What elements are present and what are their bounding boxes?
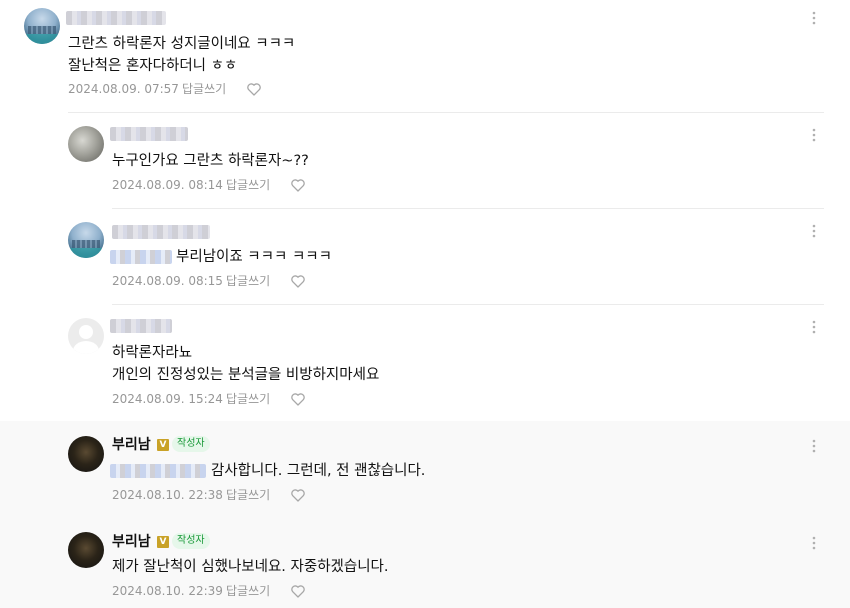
verified-icon: V [157, 439, 169, 451]
comment-date: 2024.08.09. 07:57 [68, 82, 179, 96]
comment-item-author: 부리남 V 작성자 감사합니다. 그런데, 전 괜찮습니다. 2024.08.1… [0, 421, 850, 517]
comment-item: 그란츠 하락론자 성지글이네요 ㅋㅋㅋ 잘난척은 혼자다하더니 ㅎㅎ 2024.… [0, 0, 850, 112]
comment-item: 부리남이죠 ㅋㅋㅋ ㅋㅋㅋ 2024.08.09. 08:15 답글쓰기 [0, 209, 850, 304]
nickname-blurred[interactable] [66, 11, 166, 25]
avatar[interactable] [24, 8, 60, 44]
comment-text-line: 제가 잘난척이 심했나보네요. 자중하겠습니다. [112, 559, 389, 575]
more-options-icon[interactable] [806, 127, 822, 143]
avatar[interactable] [68, 532, 104, 568]
comment-date: 2024.08.10. 22:38 [112, 488, 223, 502]
comment-text-line: 잘난척은 혼자다하더니 ㅎㅎ [68, 58, 238, 74]
avatar[interactable] [68, 222, 104, 258]
author-badge: 작성자 [172, 533, 210, 549]
comment-date: 2024.08.10. 22:39 [112, 584, 223, 598]
comment-text-line: 개인의 진정성있는 분석글을 비방하지마세요 [112, 367, 380, 383]
more-options-icon[interactable] [806, 319, 822, 335]
comment-date: 2024.08.09. 08:14 [112, 178, 223, 192]
nickname-blurred[interactable] [112, 225, 210, 239]
heart-icon[interactable] [290, 487, 306, 503]
heart-icon[interactable] [290, 583, 306, 599]
mention-tag-blurred[interactable] [110, 250, 172, 264]
heart-icon[interactable] [290, 177, 306, 193]
comment-date: 2024.08.09. 08:15 [112, 274, 223, 288]
avatar[interactable] [68, 318, 104, 354]
heart-icon[interactable] [290, 273, 306, 289]
nickname-blurred[interactable] [110, 127, 188, 141]
reply-button[interactable]: 답글쓰기 [182, 81, 226, 97]
nickname-blurred[interactable] [110, 319, 172, 333]
reply-button[interactable]: 답글쓰기 [226, 583, 270, 599]
heart-icon[interactable] [290, 391, 306, 407]
more-options-icon[interactable] [806, 10, 822, 26]
comment-item-author: 부리남 V 작성자 제가 잘난척이 심했나보네요. 자중하겠습니다. 2024.… [0, 517, 850, 608]
reply-button[interactable]: 답글쓰기 [226, 487, 270, 503]
avatar[interactable] [68, 436, 104, 472]
mention-tag-blurred[interactable] [110, 464, 206, 478]
comment-text-line: 그란츠 하락론자 성지글이네요 ㅋㅋㅋ [68, 36, 296, 52]
more-options-icon[interactable] [806, 223, 822, 239]
comment-item: 하락론자라뇨 개인의 진정성있는 분석글을 비방하지마세요 2024.08.09… [0, 305, 850, 421]
author-badge: 작성자 [172, 436, 210, 452]
comment-text-line: 감사합니다. 그런데, 전 괜찮습니다. [211, 463, 426, 479]
heart-icon[interactable] [246, 81, 262, 97]
author-nickname[interactable]: 부리남 [112, 533, 151, 551]
author-nickname[interactable]: 부리남 [112, 436, 151, 454]
comment-text-line: 누구인가요 그란츠 하락론자~?? [112, 153, 309, 169]
verified-icon: V [157, 536, 169, 548]
comment-text-line: 부리남이죠 ㅋㅋㅋ ㅋㅋㅋ [176, 249, 332, 265]
reply-button[interactable]: 답글쓰기 [226, 177, 270, 193]
reply-button[interactable]: 답글쓰기 [226, 391, 270, 407]
comment-text-line: 하락론자라뇨 [112, 345, 193, 361]
avatar[interactable] [68, 126, 104, 162]
comment-date: 2024.08.09. 15:24 [112, 392, 223, 406]
more-options-icon[interactable] [806, 535, 822, 551]
comment-item: 누구인가요 그란츠 하락론자~?? 2024.08.09. 08:14 답글쓰기 [0, 113, 850, 208]
reply-button[interactable]: 답글쓰기 [226, 273, 270, 289]
more-options-icon[interactable] [806, 438, 822, 454]
